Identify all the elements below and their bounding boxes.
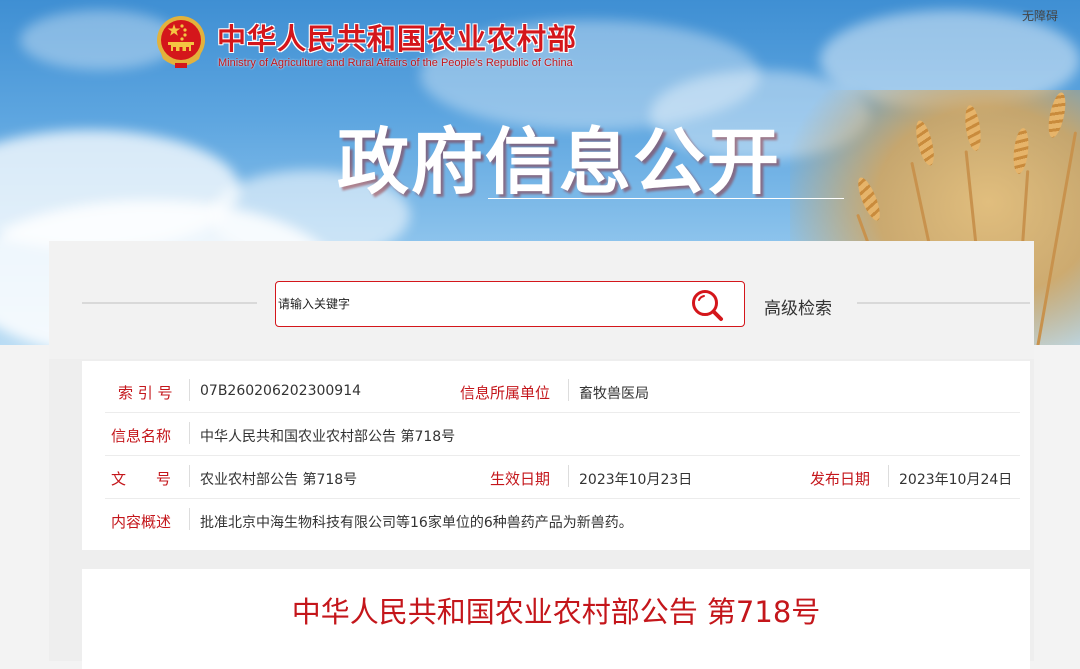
search-area: 高级检索 (49, 241, 1034, 359)
divider-right (857, 302, 1030, 304)
doc-number-label: 文 号 (111, 470, 172, 488)
label-separator (189, 508, 190, 530)
title-divider (488, 198, 844, 199)
effective-date-value: 2023年10月23日 (579, 472, 693, 488)
advanced-search-link[interactable]: 高级检索 (764, 294, 832, 319)
index-label: 索 引 号 (118, 384, 173, 402)
unit-label: 信息所属单位 (460, 384, 551, 402)
publish-date-value: 2023年10月24日 (899, 472, 1013, 488)
label-separator (888, 465, 889, 487)
summary-label: 内容概述 (111, 513, 172, 531)
publish-date-label: 发布日期 (810, 470, 871, 488)
label-separator (568, 465, 569, 487)
info-row-index: 索 引 号 07B260206202300914 信息所属单位 畜牧兽医局 (82, 369, 1030, 412)
ministry-name-en: Ministry of Agriculture and Rural Affair… (218, 57, 573, 69)
effective-date-label: 生效日期 (490, 470, 551, 488)
accessibility-link[interactable]: 无障碍 (1022, 7, 1058, 24)
name-value: 中华人民共和国农业农村部公告 第718号 (200, 429, 456, 445)
search-input[interactable] (278, 290, 678, 318)
ministry-name-cn: 中华人民共和国农业农村部 (217, 22, 578, 56)
info-row-name: 信息名称 中华人民共和国农业农村部公告 第718号 (82, 412, 1030, 455)
name-label: 信息名称 (111, 427, 172, 445)
search-box[interactable] (275, 281, 745, 327)
label-separator (189, 379, 190, 401)
article-title: 中华人民共和国农业农村部公告 第718号 (291, 595, 821, 629)
summary-value: 批准北京中海生物科技有限公司等16家单位的6种兽药产品为新兽药。 (200, 515, 633, 531)
label-separator (189, 465, 190, 487)
article-card: 中华人民共和国农业农村部公告 第718号 (82, 569, 1030, 669)
search-icon[interactable] (690, 288, 724, 322)
info-row-summary: 内容概述 批准北京中海生物科技有限公司等16家单位的6种兽药产品为新兽药。 (82, 498, 1030, 541)
info-table: 索 引 号 07B260206202300914 信息所属单位 畜牧兽医局 信息… (82, 361, 1030, 550)
unit-value: 畜牧兽医局 (579, 386, 649, 402)
doc-number-value: 农业农村部公告 第718号 (200, 472, 358, 488)
divider-left (82, 302, 257, 304)
page-title: 政府信息公开 (337, 119, 782, 204)
label-separator (568, 379, 569, 401)
label-separator (189, 422, 190, 444)
info-row-doc: 文 号 农业农村部公告 第718号 生效日期 2023年10月23日 发布日期 … (82, 455, 1030, 498)
national-emblem-icon (157, 16, 205, 68)
index-value: 07B260206202300914 (200, 383, 362, 399)
